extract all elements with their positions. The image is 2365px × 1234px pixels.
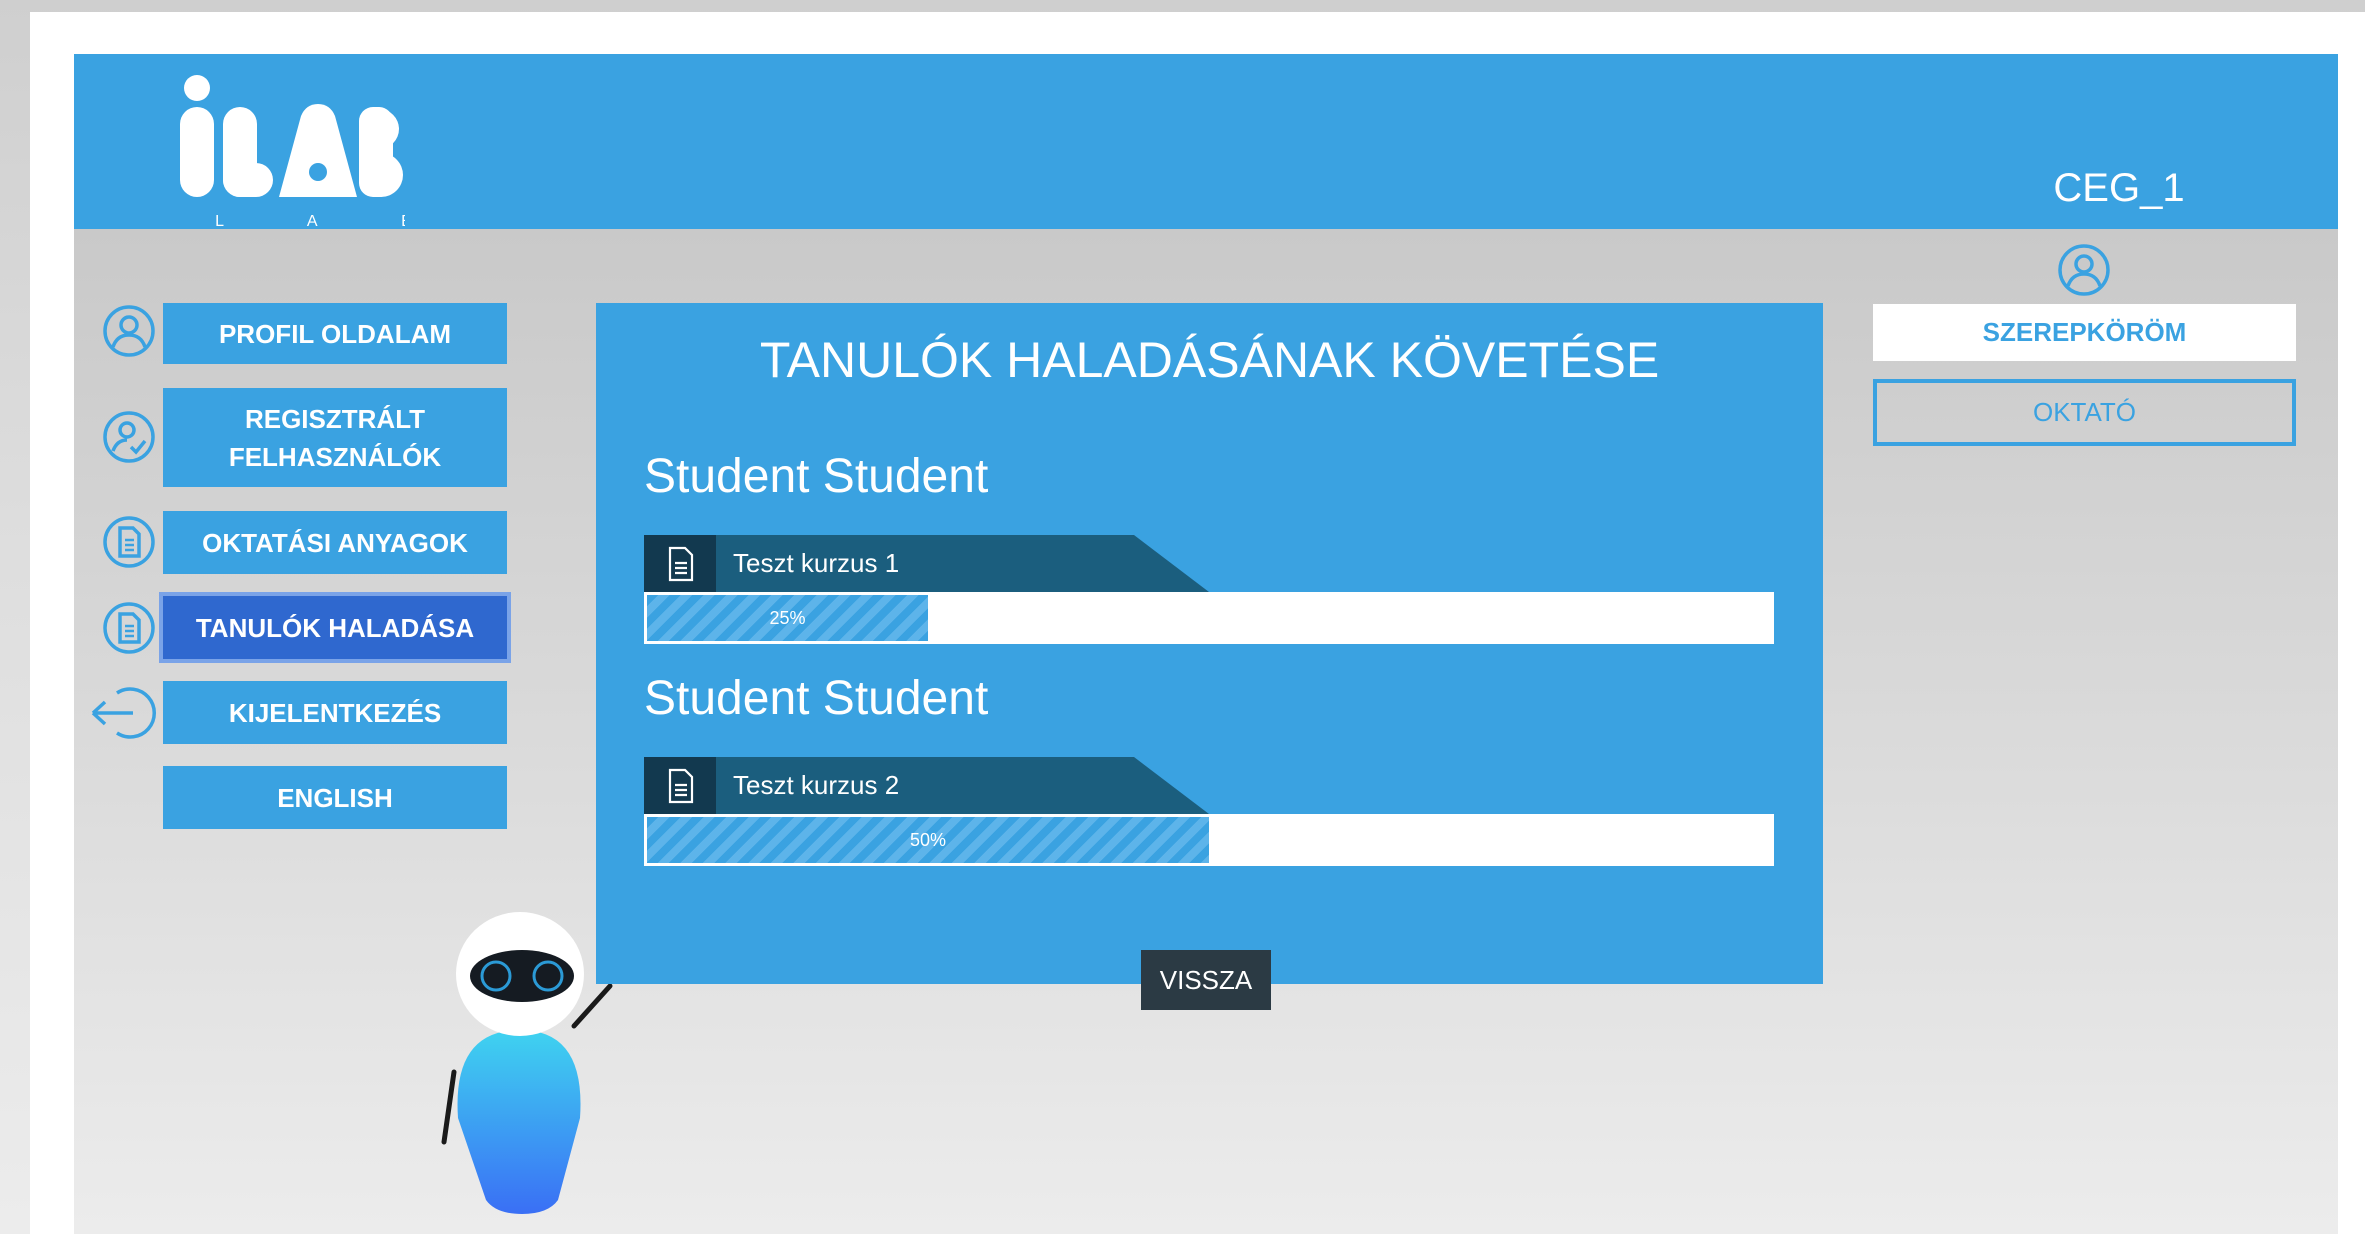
sidebar-item-student-progress[interactable]: TANULÓK HALADÁSA bbox=[159, 592, 511, 663]
role-value[interactable]: OKTATÓ bbox=[1873, 379, 2296, 446]
student-name: Student Student bbox=[644, 672, 989, 725]
progress-bar: 25% bbox=[644, 592, 1774, 644]
course-name: Teszt kurzus 2 bbox=[733, 770, 900, 800]
role-title: SZEREPKÖRÖM bbox=[1873, 304, 2296, 361]
sidebar-item-profile[interactable]: PROFIL OLDALAM bbox=[163, 303, 507, 364]
sidebar-item-logout[interactable]: KIJELENTKEZÉS bbox=[163, 681, 507, 744]
back-button[interactable]: VISSZA bbox=[1141, 950, 1271, 1010]
user-circle-icon[interactable] bbox=[2056, 242, 2112, 298]
sidebar-item-english[interactable]: ENGLISH bbox=[163, 766, 507, 829]
course-tab[interactable]: Teszt kurzus 1 bbox=[644, 535, 1209, 592]
page-title: TANULÓK HALADÁSÁNAK KÖVETÉSE bbox=[759, 332, 1660, 388]
progress-bar: 50% bbox=[644, 814, 1774, 866]
sidebar-item-materials[interactable]: OKTATÁSI ANYAGOK bbox=[163, 511, 507, 574]
sidebar-item-registered-users[interactable]: REGISZTRÁLT FELHASZNÁLÓK bbox=[163, 388, 507, 487]
logo-text: I L A B bbox=[175, 213, 405, 230]
logout-arrow-icon bbox=[87, 685, 157, 741]
robot-mascot bbox=[374, 854, 634, 1234]
course-name: Teszt kurzus 1 bbox=[733, 548, 900, 578]
document-icon bbox=[664, 545, 698, 583]
student-name: Student Student bbox=[644, 450, 989, 503]
document-icon bbox=[101, 600, 157, 656]
company-name: CEG_1 bbox=[2053, 166, 2185, 210]
course-tab[interactable]: Teszt kurzus 2 bbox=[644, 757, 1209, 814]
app-window: I L A B CEG_1 bbox=[74, 54, 2338, 1234]
progress-label: 50% bbox=[909, 829, 947, 850]
progress-fill: 50% bbox=[647, 817, 1209, 863]
user-circle-icon bbox=[101, 303, 157, 359]
user-check-icon bbox=[101, 409, 157, 465]
progress-panel: TANULÓK HALADÁSÁNAK KÖVETÉSE Student Stu… bbox=[596, 303, 1823, 1010]
document-icon bbox=[664, 767, 698, 805]
header-bar: I L A B CEG_1 bbox=[74, 54, 2338, 230]
progress-fill: 25% bbox=[647, 595, 928, 641]
document-icon bbox=[101, 514, 157, 570]
ilab-logo[interactable]: I L A B bbox=[126, 74, 412, 264]
progress-label: 25% bbox=[769, 607, 806, 628]
